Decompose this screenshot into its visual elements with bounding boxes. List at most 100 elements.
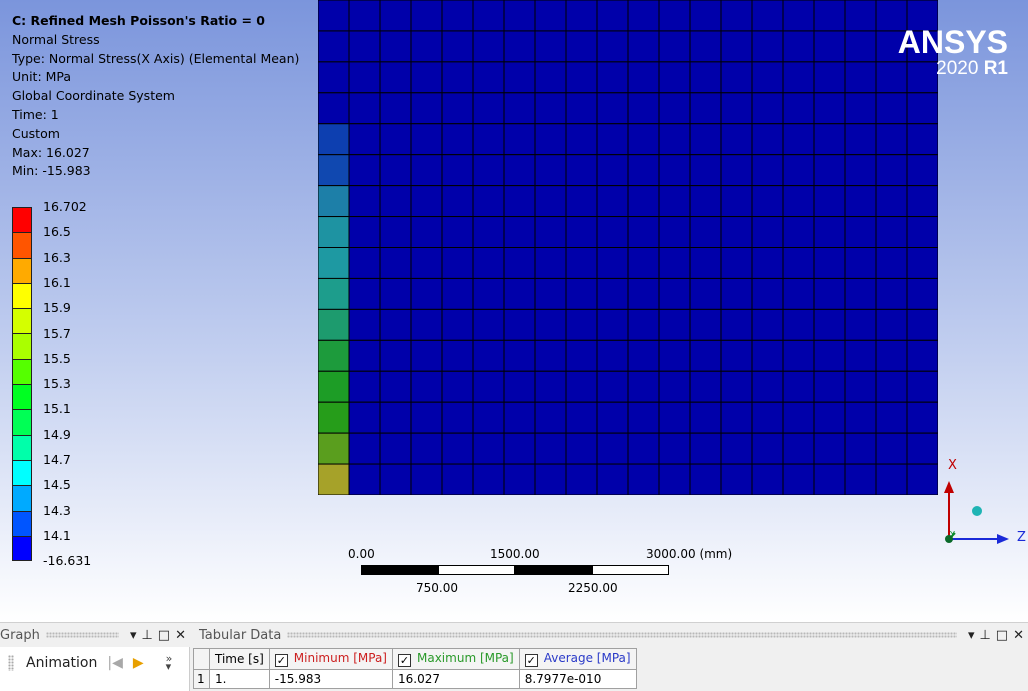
mesh-element[interactable] (534, 339, 567, 372)
mesh-element[interactable] (720, 370, 753, 403)
mesh-element[interactable] (751, 277, 784, 310)
legend-swatch[interactable] (12, 510, 32, 536)
mesh-element[interactable] (472, 154, 505, 187)
mesh-element[interactable] (318, 339, 350, 372)
mesh-element[interactable] (720, 277, 753, 310)
mesh-element[interactable] (503, 154, 536, 187)
legend-label[interactable]: 14.1 (43, 528, 71, 543)
mesh-element[interactable] (379, 0, 412, 32)
maximize-icon[interactable]: □ (996, 628, 1008, 643)
mesh-element[interactable] (596, 370, 629, 403)
mesh-element[interactable] (348, 123, 381, 156)
mesh-element[interactable] (534, 370, 567, 403)
mesh-element[interactable] (720, 185, 753, 218)
mesh-element[interactable] (751, 61, 784, 94)
mesh-element[interactable] (379, 61, 412, 94)
mesh-element[interactable] (689, 432, 722, 465)
mesh-element[interactable] (596, 216, 629, 248)
legend-label[interactable]: 16.1 (43, 275, 71, 290)
mesh-element[interactable] (627, 370, 660, 403)
mesh-element[interactable] (348, 370, 381, 403)
legend-label[interactable]: -16.631 (43, 554, 91, 568)
mesh-element[interactable] (782, 154, 815, 187)
mesh-element[interactable] (596, 92, 629, 125)
mesh-element[interactable] (720, 216, 753, 248)
mesh-element[interactable] (689, 247, 722, 279)
mesh-element[interactable] (318, 463, 350, 495)
mesh-element[interactable] (751, 123, 784, 156)
isometric-view-ball[interactable] (972, 506, 982, 516)
mesh-element[interactable] (782, 401, 815, 434)
mesh-element[interactable] (627, 61, 660, 94)
mesh-element[interactable] (534, 30, 567, 63)
mesh-element[interactable] (441, 30, 474, 63)
mesh-element[interactable] (844, 401, 877, 434)
mesh-element[interactable] (318, 216, 350, 248)
play-icon[interactable]: ▶ (133, 655, 144, 671)
mesh-element[interactable] (596, 61, 629, 94)
mesh-element[interactable] (596, 247, 629, 279)
mesh-element[interactable] (658, 308, 691, 341)
mesh-element[interactable] (534, 247, 567, 279)
mesh-element[interactable] (782, 0, 815, 32)
mesh-element[interactable] (472, 216, 505, 248)
mesh-element[interactable] (379, 92, 412, 125)
mesh-element[interactable] (813, 401, 846, 434)
mesh-element[interactable] (565, 432, 598, 465)
mesh-element[interactable] (844, 61, 877, 94)
graphics-viewport[interactable]: C: Refined Mesh Poisson's Ratio = 0 Norm… (0, 0, 1028, 622)
mesh-element[interactable] (844, 154, 877, 187)
mesh-element[interactable] (751, 185, 784, 218)
mesh-element[interactable] (906, 123, 938, 156)
mesh-element[interactable] (844, 463, 877, 495)
mesh-element[interactable] (441, 123, 474, 156)
mesh-element[interactable] (565, 0, 598, 32)
mesh-element[interactable] (410, 154, 443, 187)
mesh-element[interactable] (318, 92, 350, 125)
legend-swatch[interactable] (12, 232, 32, 258)
mesh-element[interactable] (627, 0, 660, 32)
mesh-element[interactable] (658, 216, 691, 248)
mesh-element[interactable] (379, 185, 412, 218)
mesh-element[interactable] (844, 277, 877, 310)
mesh-element[interactable] (565, 185, 598, 218)
mesh-element[interactable] (534, 463, 567, 495)
mesh-element[interactable] (782, 185, 815, 218)
mesh-element[interactable] (503, 277, 536, 310)
dropdown-icon[interactable]: ▾ (130, 628, 137, 643)
mesh-element[interactable] (472, 123, 505, 156)
mesh-element[interactable] (348, 308, 381, 341)
mesh-element[interactable] (875, 154, 908, 187)
mesh-element[interactable] (565, 216, 598, 248)
mesh-element[interactable] (596, 123, 629, 156)
mesh-element[interactable] (441, 216, 474, 248)
mesh-element[interactable] (844, 308, 877, 341)
mesh-element[interactable] (348, 61, 381, 94)
mesh-element[interactable] (813, 30, 846, 63)
mesh-element[interactable] (534, 401, 567, 434)
mesh-element[interactable] (875, 185, 908, 218)
legend-label[interactable]: 16.5 (43, 225, 71, 239)
legend-label[interactable]: 14.9 (43, 427, 71, 442)
mesh-element[interactable] (627, 401, 660, 434)
mesh-element[interactable] (410, 308, 443, 341)
mesh-element[interactable] (813, 370, 846, 403)
mesh-element[interactable] (472, 0, 505, 32)
mesh-element[interactable] (658, 370, 691, 403)
mesh-element[interactable] (782, 247, 815, 279)
mesh-element[interactable] (472, 92, 505, 125)
mesh-element[interactable] (596, 185, 629, 218)
mesh-element[interactable] (844, 432, 877, 465)
mesh-element[interactable] (751, 92, 784, 125)
mesh-element[interactable] (503, 123, 536, 156)
mesh-element[interactable] (565, 61, 598, 94)
mesh-element[interactable] (534, 216, 567, 248)
mesh-element[interactable] (720, 247, 753, 279)
mesh-element[interactable] (906, 154, 938, 187)
mesh-element[interactable] (844, 185, 877, 218)
mesh-element[interactable] (875, 277, 908, 310)
mesh-element[interactable] (503, 401, 536, 434)
mesh-element[interactable] (503, 185, 536, 218)
mesh-element[interactable] (813, 247, 846, 279)
mesh-element[interactable] (751, 154, 784, 187)
